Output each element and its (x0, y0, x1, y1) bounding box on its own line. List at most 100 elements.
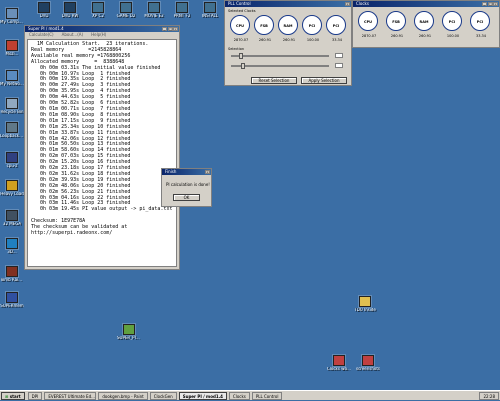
gauge-name: CPU (364, 20, 372, 24)
ok-button[interactable]: OK (173, 194, 200, 201)
desktop-icon-image (204, 2, 216, 13)
desktop-icon[interactable]: XP C2 (86, 2, 110, 18)
desktop-icon-label: Clocks waveform (327, 367, 351, 371)
desktop-icon[interactable]: Heavy Load (0, 180, 24, 196)
gauge-value: 33.34 (475, 34, 487, 38)
desktop-icon-label: Loopback Ad... (0, 134, 24, 138)
clock-gauge: PCI 33.34 (326, 15, 346, 42)
gauge-value: 260.91 (390, 34, 404, 38)
desktop-icon-label: cpu-z (6, 164, 18, 168)
selection-slider-1[interactable] (231, 53, 329, 59)
desktop-icon-image (6, 70, 18, 81)
desktop-icon-image (6, 40, 18, 51)
gauge-name: PCI (476, 20, 484, 24)
clock-gauge: CPU 2870.07 (230, 15, 250, 42)
apply-selection-button[interactable]: Apply Selection (301, 77, 347, 84)
desktop-icon-image (6, 238, 18, 249)
desktop-icon-label: GAME D2 (116, 14, 136, 18)
desktop-icon-label: Mozi... (5, 52, 19, 56)
desktop-icon[interactable]: Mozi... (0, 40, 24, 56)
selected-clocks-label: Selected Clocks (228, 9, 256, 13)
desktop-icon[interactable]: DVD (32, 2, 56, 18)
desktop-icon-image (362, 355, 374, 366)
desktop-icon[interactable]: Recycle Bin (0, 98, 24, 114)
desktop-icon[interactable]: My Computer (0, 8, 24, 24)
taskbar-item[interactable]: ClockGen (149, 391, 177, 400)
taskbar-item[interactable]: Clocks (228, 391, 250, 400)
minimize-button[interactable]: _ (482, 2, 487, 6)
selection-slider-2[interactable] (231, 63, 329, 69)
desktop-icon-image (6, 210, 18, 221)
start-button[interactable]: ⊞ start (1, 391, 25, 400)
slider-thumb[interactable] (239, 53, 243, 59)
clock-gauge: RAM 260.91 (278, 15, 298, 42)
taskbar-item[interactable]: PLL Control (251, 391, 283, 400)
gauge-name: PCI (308, 24, 316, 28)
minimize-button[interactable]: _ (162, 27, 167, 31)
desktop-icon[interactable]: 32 MEGA (0, 210, 24, 226)
desktop-icon-label: SUPER_PI_M... (117, 336, 141, 340)
gauge-value: 100.00 (446, 34, 460, 38)
taskbar-item[interactable]: dookgen.bmp - Paint (98, 391, 148, 400)
close-button[interactable]: × (493, 2, 498, 6)
pll-titlebar[interactable]: PLL Control × (225, 1, 351, 7)
clock-gauge: FSB 260.91 (386, 11, 406, 38)
desktop-icon[interactable]: 3D... (0, 238, 24, 254)
gauge-name: CPU (236, 24, 244, 28)
desktop-icon-image (120, 2, 132, 13)
desktop-icon-label: MOVIE E2 (144, 14, 164, 18)
pll-control-window: PLL Control × Selected Clocks CPU 2870.07… (224, 0, 352, 86)
desktop-icon-label: TDU Inside (354, 308, 376, 312)
desktop-icon[interactable]: INSTALL (198, 2, 222, 18)
desktop-icon[interactable]: GAME D2 (114, 2, 138, 18)
clock-gauge: CPU 2870.07 (358, 11, 378, 38)
desktop-icon-image (359, 296, 371, 307)
desktop-icon-image (64, 2, 76, 13)
desktop-icon-image (38, 2, 50, 13)
menu-help[interactable]: Help(H) (91, 32, 106, 38)
taskbar-item[interactable]: EVEREST Ultimate Ed... (44, 391, 97, 400)
desktop-icon[interactable]: MOVIE E2 (142, 2, 166, 18)
taskbar-item[interactable]: DPI (27, 391, 43, 400)
desktop-icon[interactable]: Clocks waveform (327, 355, 351, 371)
pll-title: PLL Control (228, 1, 251, 6)
desktop-icon[interactable]: DVD RW (58, 2, 82, 18)
close-button[interactable]: × (173, 27, 178, 31)
superpi-titlebar[interactable]: Super PI / mod1.4 _ □ × (25, 26, 179, 32)
superpi-title: Super PI / mod1.4 (28, 26, 64, 31)
slider-1-value (335, 53, 343, 58)
desktop-icon-label: XP C2 (92, 14, 104, 18)
menu-about[interactable]: About...(A) (62, 32, 84, 38)
desktop-icon-image (6, 180, 18, 191)
log-line: 0h 03m 19.45s PI value output -> pi_data… (31, 206, 173, 213)
finish-titlebar[interactable]: Finish × (162, 169, 211, 175)
desktop-icon[interactable]: Loopback Ad... (0, 122, 24, 138)
clocks-window: Clocks _ □ × CPU 2870.07 FSB 260.91 RAM 260.9… (352, 0, 500, 48)
slider-thumb[interactable] (241, 63, 245, 69)
desktop-icon-label: PRNT F2 (173, 14, 191, 18)
clocks-titlebar[interactable]: Clocks _ □ × (353, 1, 499, 7)
desktop-icon[interactable]: Tomb Raider - Anniversary (0, 266, 24, 282)
desktop-icon-label: Heavy Load (0, 192, 24, 196)
reset-selection-button[interactable]: Reset Selection (251, 77, 297, 84)
gauge-name: RAM (419, 20, 429, 24)
system-tray: 22:28 (479, 392, 499, 400)
clock-gauge: PCI 100.00 (302, 15, 322, 42)
desktop-icon[interactable]: cpu-z (0, 152, 24, 168)
slider-2-value (335, 63, 343, 68)
desktop-icon[interactable]: TDU Inside (353, 296, 377, 312)
close-button[interactable]: × (205, 170, 210, 174)
desktop-icon-image (6, 266, 18, 277)
desktop-icon[interactable]: SUPER_PI_M... (117, 324, 141, 340)
gauge-name: PCI (332, 24, 340, 28)
desktop-icon-label: Tomb Raider - Anniversary (0, 278, 24, 282)
desktop-icon[interactable]: PRNT F2 (170, 2, 194, 18)
taskbar-item[interactable]: Super PI / mod1.4 (178, 391, 227, 400)
menu-calculate[interactable]: Calculate(C) (29, 32, 54, 38)
gauge-name: FSB (260, 24, 268, 28)
desktop-icon[interactable]: My Network Places (0, 70, 24, 86)
gauge-value: 260.91 (258, 38, 272, 42)
close-button[interactable]: × (345, 2, 350, 6)
desktop-icon[interactable]: SUPERmem (0, 292, 24, 308)
desktop-icon[interactable]: screenshots (356, 355, 380, 371)
